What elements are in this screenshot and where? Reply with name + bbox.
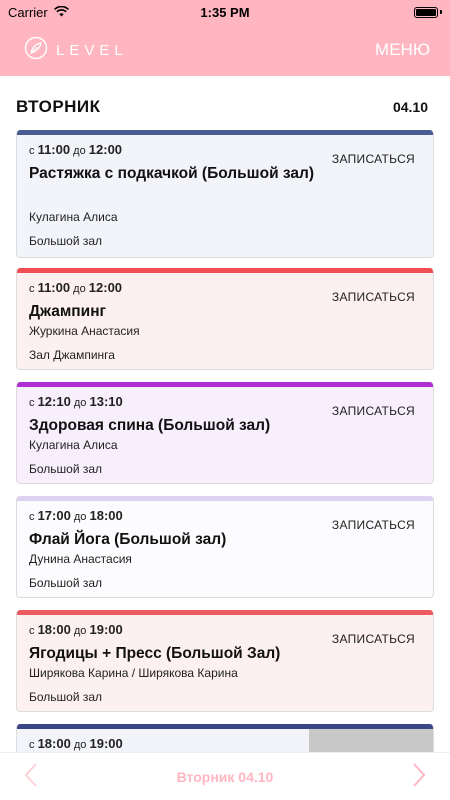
day-navigation: Вторник 04.10 xyxy=(0,752,450,800)
menu-button[interactable]: МЕНЮ xyxy=(375,40,430,60)
leaf-circle-icon xyxy=(24,36,48,65)
class-title: Растяжка с подкачкой (Большой зал) xyxy=(29,165,315,182)
class-end: 19:00 xyxy=(89,736,123,751)
day-date: 04.10 xyxy=(392,99,428,115)
class-room: Большой зал xyxy=(29,690,103,704)
class-start: 12:10 xyxy=(37,394,71,409)
class-room: Большой зал xyxy=(29,462,103,476)
signup-button[interactable]: ЗАПИСАТЬСЯ xyxy=(332,404,415,418)
current-day-label: Вторник 04.10 xyxy=(176,768,274,785)
card-accent-bar xyxy=(17,130,433,135)
card-accent-bar xyxy=(17,268,433,273)
class-card[interactable]: с 12:10 до 13:10 Здоровая спина (Большой… xyxy=(16,382,434,484)
class-end: 19:00 xyxy=(89,622,123,637)
next-day-button[interactable] xyxy=(412,762,426,791)
class-time: с 11:00 до 12:00 xyxy=(29,280,123,295)
class-room: Большой зал xyxy=(29,234,103,248)
card-accent-bar xyxy=(17,382,433,387)
class-start: 17:00 xyxy=(37,508,71,523)
class-title: Здоровая спина (Большой зал) xyxy=(29,417,271,434)
class-start: 11:00 xyxy=(37,280,71,295)
class-end: 13:10 xyxy=(89,394,123,409)
class-start: 18:00 xyxy=(37,622,71,637)
class-card[interactable]: с 17:00 до 18:00 Флай Йога (Большой зал)… xyxy=(16,496,434,598)
class-trainer: Ширякова Карина / Ширякова Карина xyxy=(29,666,238,680)
chevron-right-icon xyxy=(412,763,426,791)
class-card[interactable]: с 18:00 до 19:00 Ягодицы + Пресс (Большо… xyxy=(16,610,434,712)
class-end: 12:00 xyxy=(88,142,123,157)
class-trainer: Журкина Анастасия xyxy=(29,324,140,338)
class-trainer: Кулагина Алиса xyxy=(29,210,118,224)
class-end: 12:00 xyxy=(88,280,123,295)
signup-button[interactable]: ЗАПИСАТЬСЯ xyxy=(332,152,415,166)
class-room: Зал Джампинга xyxy=(29,348,115,362)
app-header: LEVEL МЕНЮ xyxy=(0,24,450,76)
card-accent-bar xyxy=(17,496,433,501)
class-trainer: Дунина Анастасия xyxy=(29,552,132,566)
prev-day-button[interactable] xyxy=(24,762,38,791)
class-time: с 12:10 до 13:10 xyxy=(29,394,123,409)
class-time: с 18:00 до 19:00 xyxy=(29,622,123,637)
class-title: Флай Йога (Большой зал) xyxy=(29,531,227,548)
class-card[interactable]: с 11:00 до 12:00 Растяжка с подкачкой (Б… xyxy=(16,130,434,258)
class-start: 18:00 xyxy=(37,736,71,751)
class-time: с 11:00 до 12:00 xyxy=(29,142,123,157)
class-trainer: Кулагина Алиса xyxy=(29,438,118,452)
class-list[interactable]: с 11:00 до 12:00 Растяжка с подкачкой (Б… xyxy=(16,130,434,752)
class-end: 18:00 xyxy=(89,508,123,523)
card-accent-bar xyxy=(17,610,433,615)
signup-button[interactable]: ЗАПИСАТЬСЯ xyxy=(332,632,415,646)
class-card[interactable]: с 11:00 до 12:00 Джампинг Журкина Анаста… xyxy=(16,268,434,370)
status-time: 1:35 PM xyxy=(200,4,250,20)
class-time: с 17:00 до 18:00 xyxy=(29,508,123,523)
day-header: ВТОРНИК 04.10 xyxy=(16,92,434,122)
day-name: ВТОРНИК xyxy=(16,97,101,116)
placeholder-block xyxy=(309,729,433,752)
signup-button[interactable]: ЗАПИСАТЬСЯ xyxy=(332,518,415,532)
class-start: 11:00 xyxy=(37,142,71,157)
class-room: Большой зал xyxy=(29,576,103,590)
signup-button[interactable]: ЗАПИСАТЬСЯ xyxy=(332,290,415,304)
class-title: Ягодицы + Пресс (Большой Зал) xyxy=(29,645,281,662)
chevron-left-icon xyxy=(24,763,38,791)
status-bar: Carrier 1:35 PM xyxy=(0,0,450,24)
logo[interactable]: LEVEL xyxy=(24,36,128,65)
class-time: с 18:00 до 19:00 xyxy=(29,736,123,751)
class-card[interactable]: с 18:00 до 19:00 xyxy=(16,724,434,752)
logo-text: LEVEL xyxy=(56,41,128,59)
class-title: Джампинг xyxy=(29,303,107,320)
